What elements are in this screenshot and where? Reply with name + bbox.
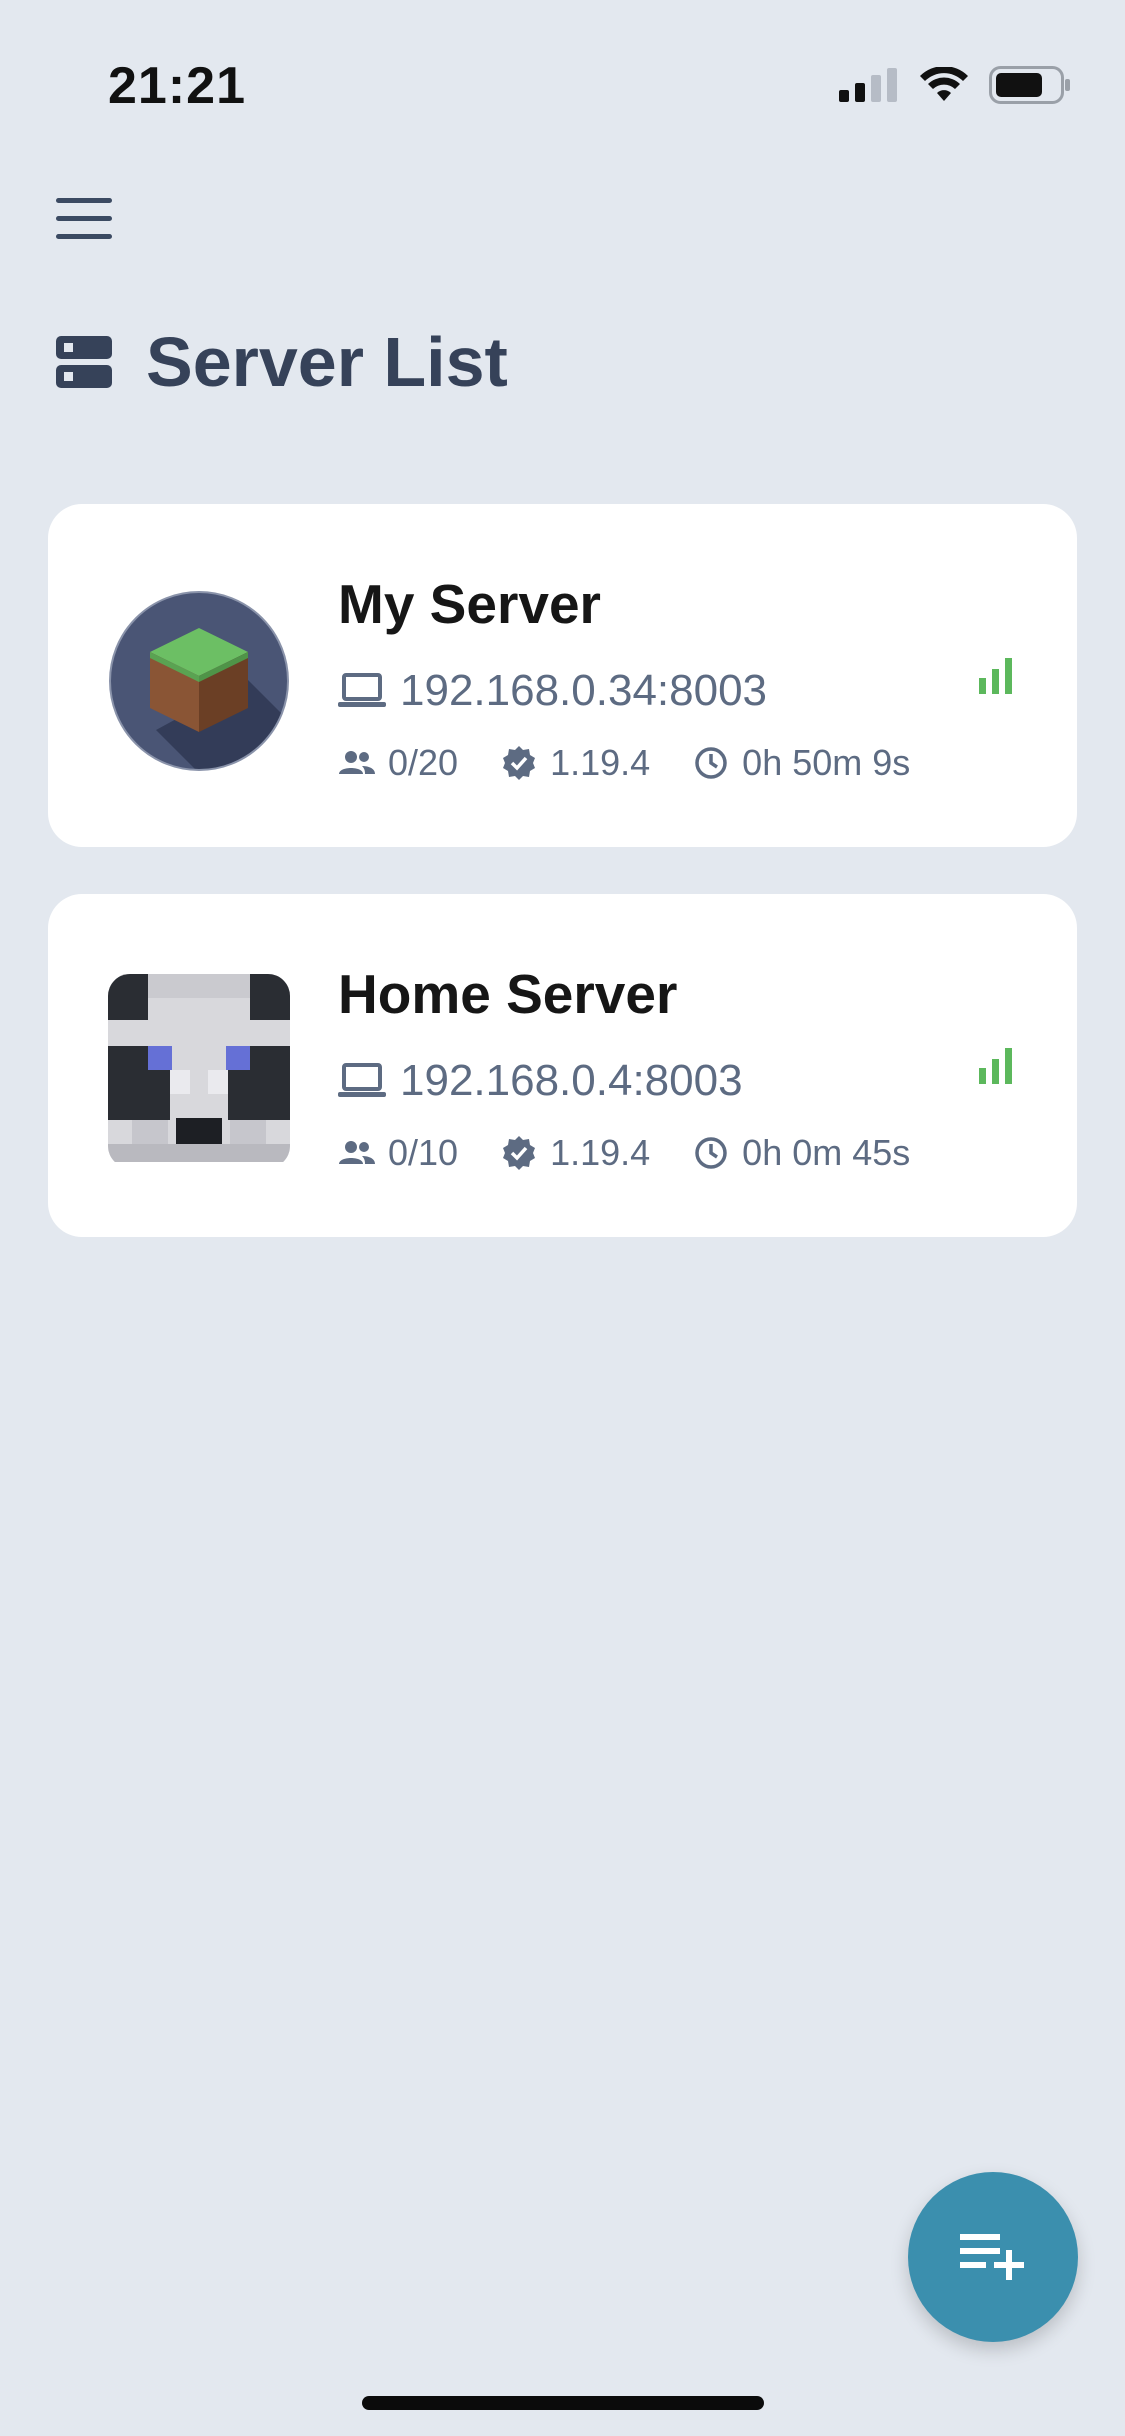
- server-version: 1.19.4: [550, 742, 651, 783]
- server-version: 1.19.4: [550, 1132, 651, 1173]
- server-meta-row: 0/20 1.19.4 0h 50m 9s: [338, 742, 952, 784]
- server-uptime: 0h 50m 9s: [742, 742, 911, 783]
- clock-icon: [695, 747, 727, 779]
- players-count: 0/10: [388, 1132, 459, 1173]
- verified-badge-icon: [503, 746, 536, 780]
- clock-icon: [695, 1137, 727, 1169]
- version-info: 1.19.4: [500, 742, 650, 784]
- status-icons: [839, 66, 1071, 104]
- server-address-row: 192.168.0.4:8003: [338, 1056, 743, 1106]
- cellular-signal-icon: [839, 68, 897, 102]
- players-info: 0/10: [338, 1132, 458, 1174]
- playlist-add-icon: [960, 2234, 1024, 2280]
- players-icon: [339, 751, 375, 774]
- uptime-info: 0h 50m 9s: [692, 742, 910, 784]
- server-address: 192.168.0.4:8003: [400, 1056, 743, 1105]
- signal-bars-icon: [979, 1048, 1012, 1084]
- verified-badge-icon: [503, 1136, 536, 1170]
- page-title: Server List: [146, 323, 508, 401]
- server-address: 192.168.0.34:8003: [400, 666, 768, 715]
- uptime-info: 0h 0m 45s: [692, 1132, 910, 1174]
- server-uptime: 0h 0m 45s: [742, 1132, 911, 1173]
- laptop-icon: [338, 1063, 386, 1097]
- server-card[interactable]: My Server 192.168.0.34:8003 0/20 1.19.4: [48, 504, 1077, 847]
- players-info: 0/20: [338, 742, 458, 784]
- status-time: 21:21: [108, 57, 246, 115]
- page-header: Server List: [56, 322, 508, 402]
- server-card[interactable]: Home Server 192.168.0.4:8003 0/10 1.19.4: [48, 894, 1077, 1237]
- panda-avatar: [108, 974, 290, 1162]
- home-indicator: [362, 2396, 764, 2410]
- menu-button[interactable]: [56, 198, 112, 244]
- server-name: Home Server: [338, 963, 678, 1025]
- players-count: 0/20: [388, 742, 459, 783]
- status-bar: 21:21: [0, 0, 1125, 150]
- server-meta-row: 0/10 1.19.4 0h 0m 45s: [338, 1132, 952, 1174]
- server-name: My Server: [338, 573, 601, 635]
- wifi-icon: [920, 67, 968, 101]
- players-icon: [339, 1141, 375, 1164]
- add-server-button[interactable]: [908, 2172, 1078, 2342]
- grass-block-avatar: [109, 591, 289, 771]
- laptop-icon: [338, 673, 386, 707]
- signal-bars-icon: [979, 658, 1012, 694]
- version-info: 1.19.4: [500, 1132, 650, 1174]
- server-icon: [56, 336, 112, 388]
- hamburger-menu-icon: [56, 198, 112, 203]
- battery-icon: [989, 66, 1070, 104]
- server-address-row: 192.168.0.34:8003: [338, 666, 767, 716]
